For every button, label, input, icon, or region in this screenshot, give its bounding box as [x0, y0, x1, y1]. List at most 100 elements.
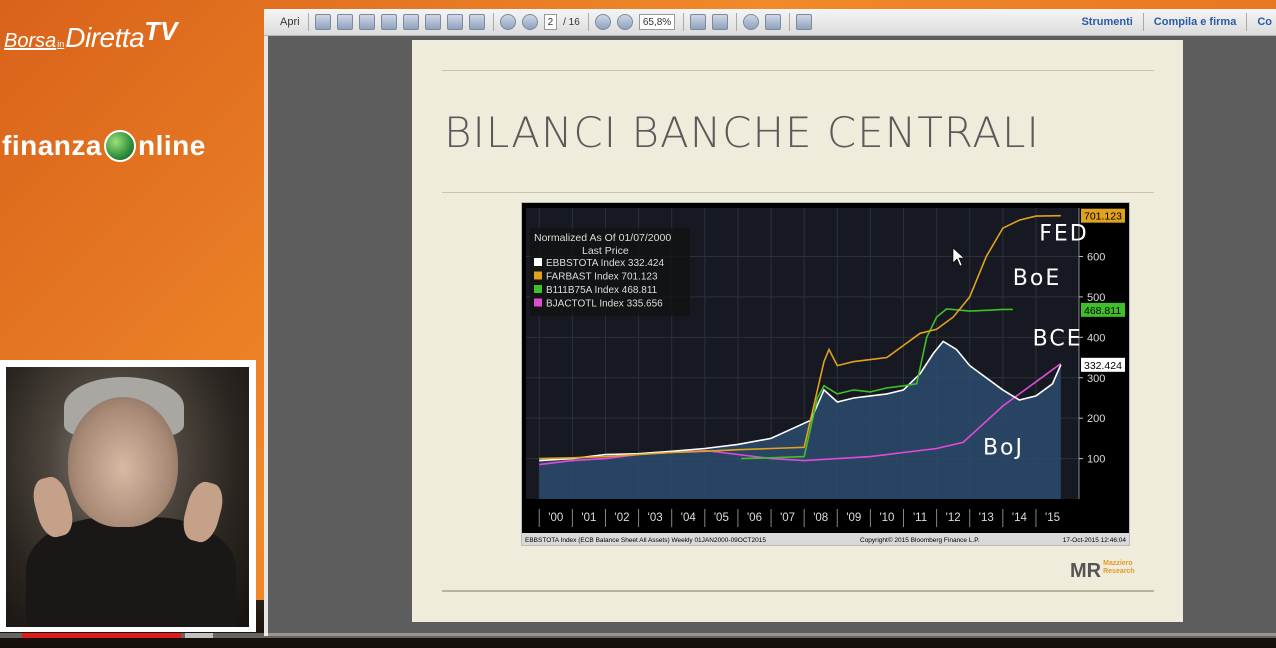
annotation-bce: BCE: [1033, 326, 1083, 351]
y-tick-label: 400: [1087, 332, 1105, 344]
expand-icon[interactable]: [796, 14, 813, 30]
last-value-text: 332.424: [1084, 360, 1122, 372]
bloomberg-chart: 100 200 300 400 500 600 701.123 468.811 332.424 '…: [522, 203, 1129, 545]
x-tick-label: '10: [879, 512, 894, 524]
pdf-page: BILANCI BANCHE CENTRALI 100 200 300 400 500 6…: [412, 40, 1183, 622]
logo-diretta: Diretta: [65, 22, 145, 53]
mr-logo-sub2: Research: [1103, 568, 1135, 575]
zoom-select[interactable]: 65,8%: [638, 14, 676, 30]
page-up-icon[interactable]: [499, 14, 516, 30]
footer-source: EBBSTOTA Index (ECB Balance Sheet All As…: [525, 537, 766, 544]
logo-in: in: [57, 39, 65, 49]
chart-frame: 100 200 300 400 500 600 701.123 468.811 332.424 '…: [521, 202, 1130, 546]
x-tick-label: '13: [979, 512, 994, 524]
legend-swatch: [534, 298, 542, 307]
tools-tab[interactable]: Strumenti: [1081, 16, 1132, 28]
fill-sign-tab[interactable]: Compila e firma: [1154, 16, 1237, 28]
slide-title: BILANCI BANCHE CENTRALI: [444, 108, 1040, 157]
video-buffer-bar: [185, 633, 213, 638]
logo-tv: TV: [144, 16, 178, 46]
logo-borsa: Borsa: [4, 30, 57, 52]
x-tick-label: '06: [747, 512, 762, 524]
x-tick-label: '05: [714, 512, 729, 524]
legend-subheader: Last Price: [582, 245, 629, 257]
speaker-face: [68, 397, 178, 527]
bottom-rule: [442, 590, 1154, 592]
page-number-input[interactable]: 2: [543, 14, 558, 30]
legend-entry: EBBSTOTA Index 332.424: [546, 258, 664, 269]
toolbar-divider: [307, 13, 309, 31]
legend-entry: B111B75A Index 468.811: [546, 285, 658, 296]
toolbar-divider: [736, 13, 738, 31]
print-icon[interactable]: [446, 14, 463, 30]
borsa-in-diretta-logo: BorsainDirettaTV: [4, 16, 177, 54]
x-tick-label: '08: [813, 512, 828, 524]
y-tick-label: 500: [1087, 292, 1105, 304]
fit-width-icon[interactable]: [712, 14, 729, 30]
y-tick-label: 200: [1087, 413, 1105, 425]
finanza-online-logo: finanza nline: [2, 130, 206, 162]
speaker-video: [6, 367, 249, 627]
mazziero-logo: MR Mazziero Research: [1070, 560, 1135, 583]
pdf-toolbar: Apri 2 / 16 65,8% Strumenti Compila e fi…: [264, 9, 1276, 36]
annotation-boj: BoJ: [983, 436, 1024, 461]
x-tick-label: '04: [681, 512, 697, 524]
chart-legend: Normalized As Of 01/07/2000Last PriceEBB…: [530, 228, 690, 316]
legend-swatch: [534, 285, 542, 293]
legend-header: Normalized As Of 01/07/2000: [534, 232, 671, 244]
zoom-in-icon[interactable]: [616, 14, 633, 30]
mr-logo-letters: MR: [1070, 560, 1102, 582]
edit-icon[interactable]: [358, 14, 375, 30]
y-tick-label: 100: [1087, 454, 1105, 466]
comment-icon[interactable]: [743, 14, 760, 30]
zoom-out-icon[interactable]: [594, 14, 611, 30]
annotation-fed: FED: [1039, 221, 1089, 246]
legend-entry: FARBAST Index 701.123: [546, 272, 658, 283]
speaker-hand-right: [178, 478, 228, 546]
last-value-text: 468.811: [1084, 305, 1121, 317]
y-tick-label: 300: [1087, 373, 1105, 385]
comment-tab[interactable]: Co: [1257, 16, 1272, 28]
x-tick-label: '07: [780, 512, 795, 524]
x-tick-label: '15: [1045, 512, 1060, 524]
top-rule: [442, 70, 1154, 71]
y-tick-label: 600: [1087, 252, 1105, 264]
x-tick-label: '02: [615, 512, 630, 524]
footer-date: 17-Oct-2015 12:46:04: [1063, 537, 1127, 544]
legend-swatch: [534, 258, 542, 266]
toolbar-divider: [492, 13, 494, 31]
x-tick-label: '11: [913, 512, 927, 524]
toolbar-divider: [1142, 13, 1144, 31]
x-tick-label: '00: [548, 512, 563, 524]
footer-copyright: Copyright© 2015 Bloomberg Finance L.P.: [860, 536, 980, 544]
annotation-boe: BoE: [1013, 266, 1061, 291]
legend-entry: BJACTOTL Index 335.656: [546, 299, 663, 310]
title-rule: [442, 192, 1154, 193]
legend-swatch: [534, 271, 542, 280]
folder-icon[interactable]: [380, 14, 397, 30]
logo-online: nline: [137, 130, 206, 161]
x-tick-label: '09: [846, 512, 861, 524]
x-tick-label: '12: [946, 512, 961, 524]
video-progress-bar: [22, 633, 181, 638]
save-icon[interactable]: [424, 14, 441, 30]
fit-page-icon[interactable]: [690, 14, 707, 30]
toolbar-divider: [789, 13, 791, 31]
toolbar-divider: [683, 13, 685, 31]
cloud-icon[interactable]: [402, 14, 419, 30]
webcam-frame: [0, 360, 256, 632]
page-down-icon[interactable]: [521, 14, 538, 30]
highlight-icon[interactable]: [765, 14, 782, 30]
page-total: / 16: [563, 16, 580, 28]
logo-finanza: finanza: [2, 130, 102, 161]
x-tick-label: '03: [648, 512, 663, 524]
last-value-text: 701.123: [1084, 211, 1122, 223]
mr-logo-sub1: Mazziero: [1103, 560, 1133, 567]
toolbar-divider: [587, 13, 589, 31]
combine-icon[interactable]: [336, 14, 353, 30]
create-icon[interactable]: [314, 14, 331, 30]
open-button[interactable]: Apri: [280, 14, 300, 30]
x-tick-label: '01: [581, 512, 596, 524]
x-tick-label: '14: [1012, 512, 1028, 524]
email-icon[interactable]: [468, 14, 485, 30]
